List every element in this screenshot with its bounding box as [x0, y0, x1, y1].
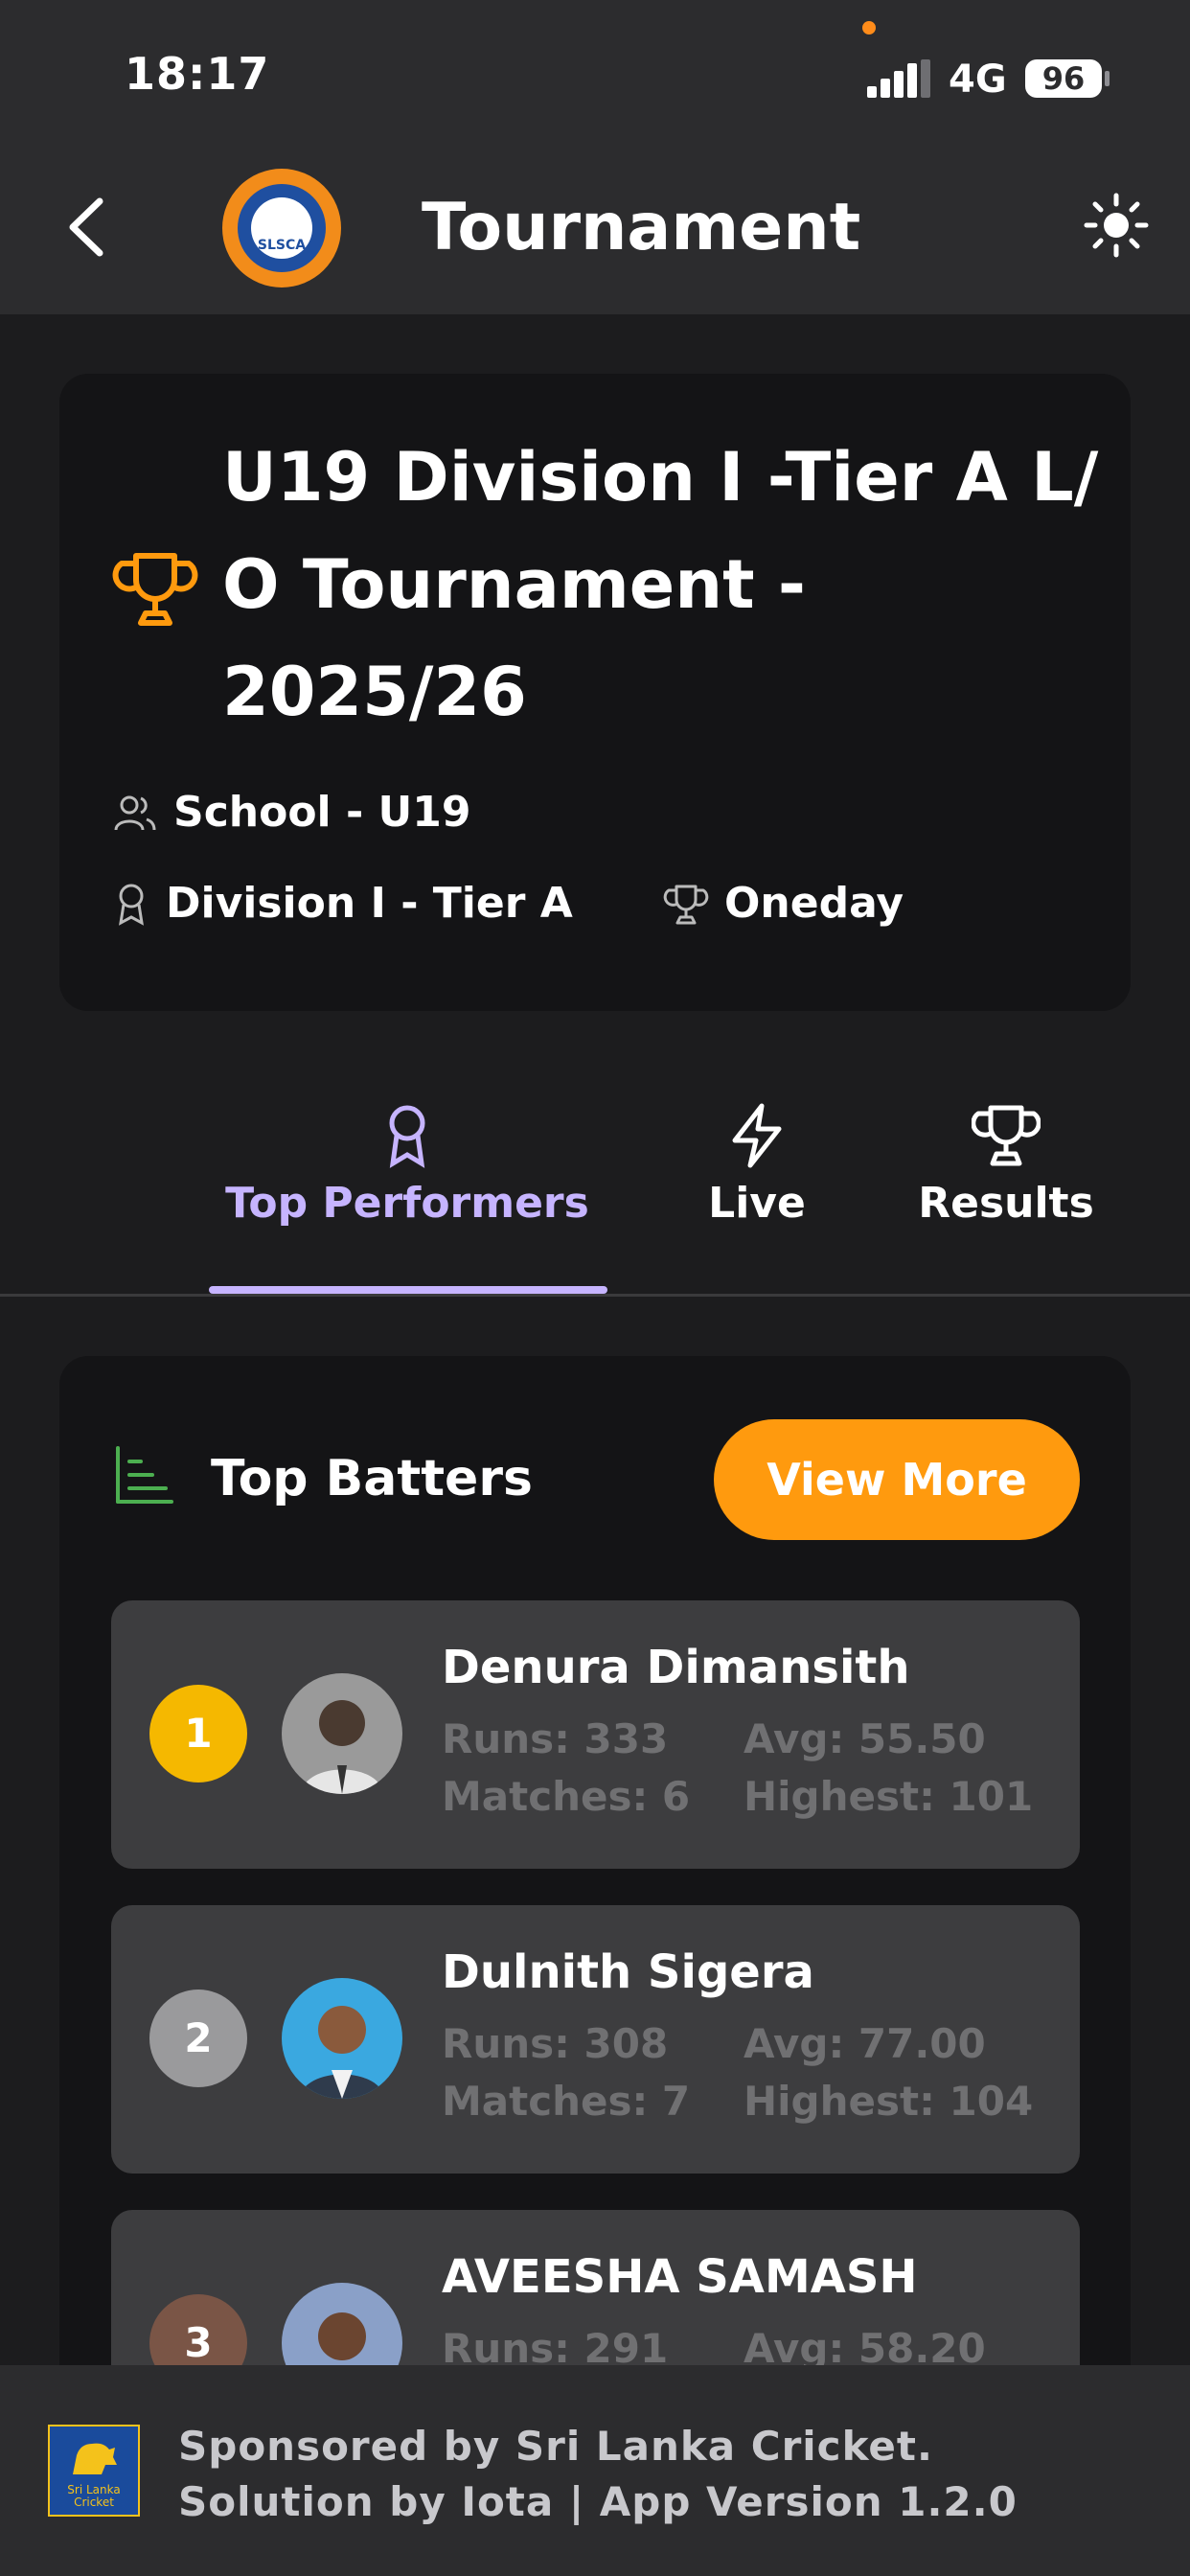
network-type: 4G [949, 58, 1007, 102]
lion-emblem-icon [73, 2443, 117, 2474]
active-tab-indicator [209, 1286, 607, 1294]
player-name: AVEESHA SAMASH [442, 2250, 918, 2304]
slsca-logo: SLSCA [222, 169, 341, 288]
category-label: School - U19 [173, 788, 471, 837]
tournament-card: U19 Division I -Tier A L/ O Tournament -… [59, 374, 1131, 1011]
player-highest: Highest: 101 [744, 1773, 1034, 1820]
users-icon [114, 795, 156, 830]
status-time: 18:17 [125, 48, 270, 100]
page-title: Tournament [422, 190, 861, 265]
signal-icon [867, 59, 930, 98]
player-highest: Highest: 104 [744, 2078, 1034, 2125]
app-header: SLSCA Tournament [0, 144, 1190, 314]
tournament-name: U19 Division I -Tier A L/ O Tournament -… [222, 438, 1099, 731]
tab-label: Results [918, 1179, 1094, 1228]
tab-label: Live [708, 1179, 806, 1228]
lightning-icon [732, 1103, 782, 1168]
player-average: Avg: 77.00 [744, 2020, 986, 2067]
rank-badge: 1 [149, 1685, 247, 1782]
player-avatar [282, 1673, 402, 1794]
tab-live[interactable]: Live [690, 1102, 824, 1228]
player-name: Dulnith Sigera [442, 1945, 814, 1999]
division-label: Division I - Tier A [166, 879, 573, 928]
award-icon [119, 884, 144, 926]
tournament-category: School - U19 [112, 788, 471, 837]
tournament-division: Division I - Tier A [112, 879, 573, 928]
batter-row[interactable]: 2 Dulnith Sigera Runs: 308 Avg: 77.00 Ma… [111, 1905, 1080, 2174]
battery-level: 96 [1025, 59, 1102, 98]
batter-row[interactable]: 1 Denura Dimansith Runs: 333 Avg: 55.50 … [111, 1600, 1080, 1869]
trophy-icon [112, 553, 198, 626]
player-runs: Runs: 308 [442, 2020, 669, 2067]
tabs-divider [0, 1294, 1190, 1297]
status-bar: 18:17 4G 96 [0, 0, 1190, 144]
bar-chart-icon [116, 1446, 173, 1504]
battery-tip [1105, 71, 1110, 86]
tab-label: Top Performers [225, 1179, 589, 1228]
player-average: Avg: 55.50 [744, 1715, 986, 1762]
rank-badge: 2 [149, 1990, 247, 2087]
view-more-button[interactable]: View More [714, 1419, 1080, 1540]
award-icon [389, 1105, 425, 1168]
version-text: Solution by Iota | App Version 1.2.0 [178, 2478, 1018, 2525]
privacy-indicator-dot [862, 21, 876, 34]
player-matches: Matches: 7 [442, 2078, 691, 2125]
sponsor-footer: Sri Lanka Cricket Sponsored by Sri Lanka… [0, 2365, 1190, 2576]
sri-lanka-cricket-logo: Sri Lanka Cricket [48, 2425, 140, 2517]
format-label: Oneday [724, 879, 904, 928]
trophy-icon [972, 1105, 1041, 1166]
player-avatar [282, 1978, 402, 2099]
trophy-small-icon [663, 885, 709, 924]
section-title: Top Batters [211, 1450, 533, 1507]
sun-icon[interactable] [1083, 192, 1150, 259]
sponsor-text: Sponsored by Sri Lanka Cricket. [178, 2423, 933, 2470]
player-matches: Matches: 6 [442, 1773, 691, 1820]
tab-results[interactable]: Results [901, 1102, 1111, 1228]
player-name: Denura Dimansith [442, 1641, 910, 1694]
tab-top-performers[interactable]: Top Performers [206, 1102, 608, 1228]
tournament-format: Oneday [663, 879, 904, 928]
top-batters-panel: Top Batters View More 1 Denura Dimansith… [59, 1356, 1131, 2506]
player-runs: Runs: 333 [442, 1715, 669, 1762]
back-chevron-icon[interactable] [59, 194, 117, 261]
